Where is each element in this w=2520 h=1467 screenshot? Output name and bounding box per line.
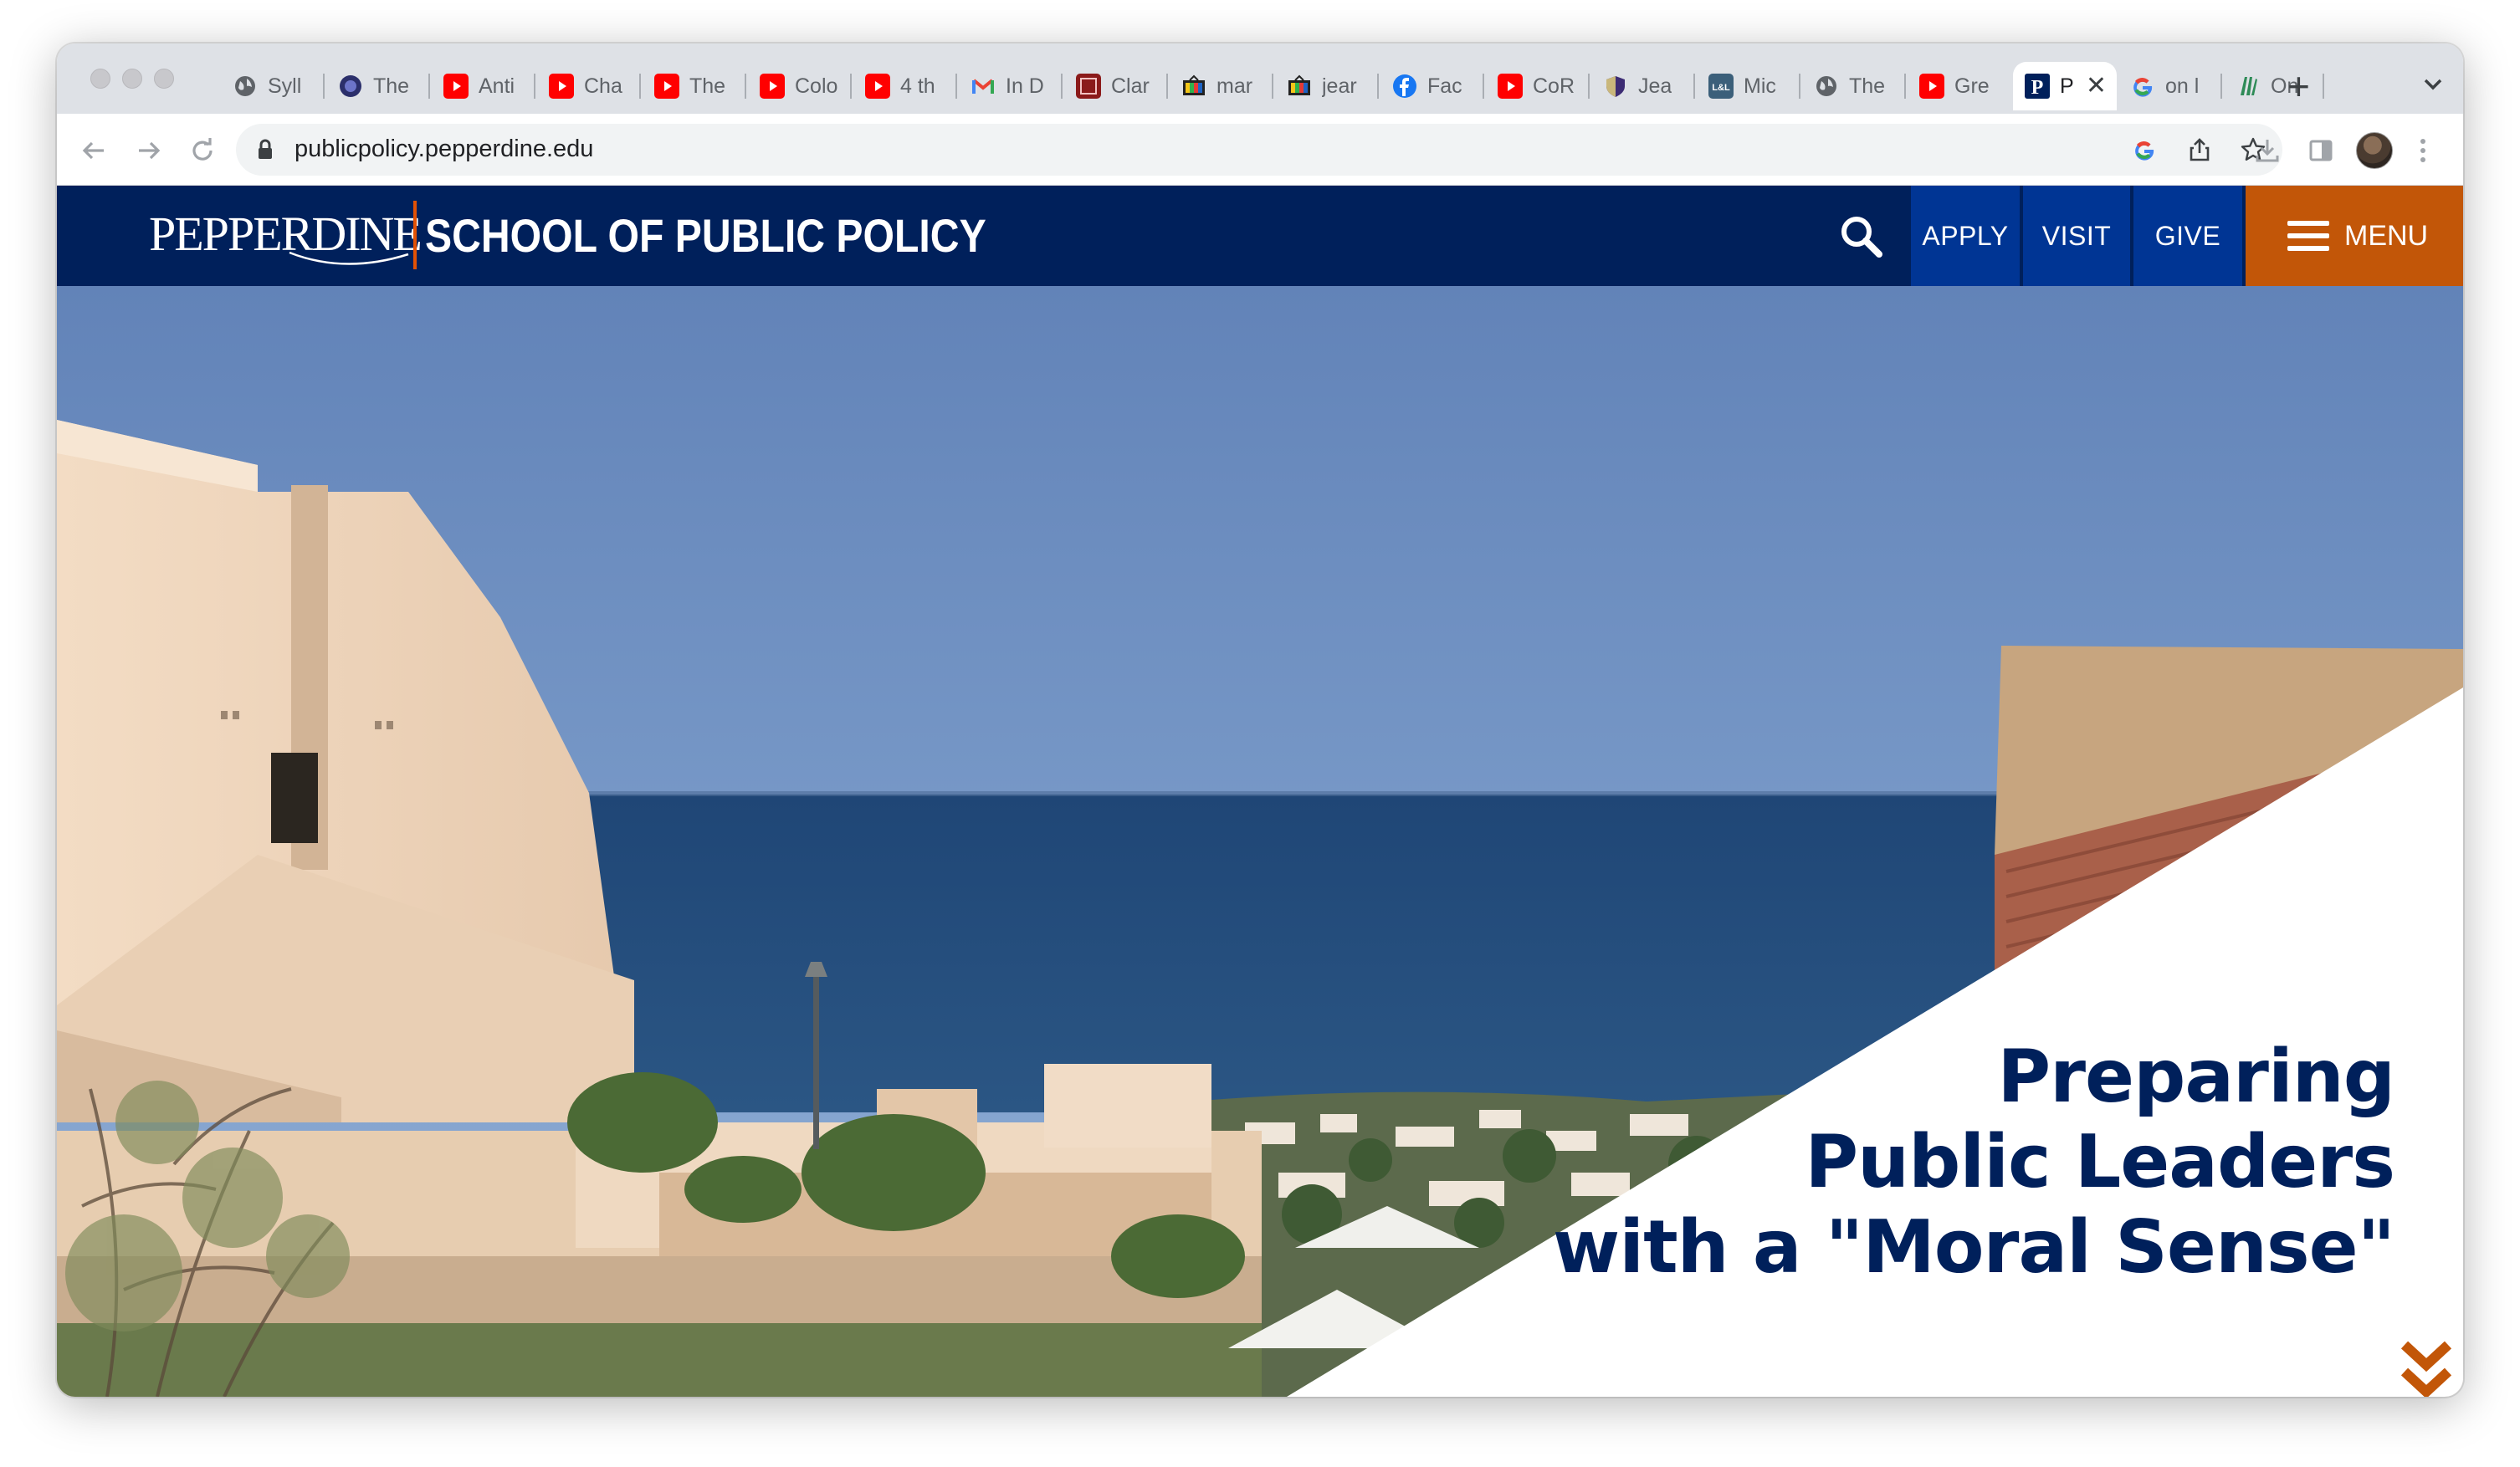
forward-arrow-icon	[139, 141, 161, 160]
hero-headline-line: with a "Moral Sense"	[1552, 1204, 2395, 1290]
hero-headline-line: Preparing	[1997, 1034, 2395, 1119]
tv-icon	[1181, 74, 1206, 99]
youtube-icon	[1498, 74, 1523, 99]
tab-strip: Syll The Anti Cha The Colo 4 th In D Cla…	[57, 43, 2463, 114]
reload-icon	[192, 138, 213, 161]
close-icon[interactable]: ✕	[2086, 72, 2107, 100]
menu-label: MENU	[2344, 220, 2429, 252]
globe-icon	[233, 74, 258, 99]
menu-button[interactable]: MENU	[2246, 186, 2463, 286]
browser-tab[interactable]: Gre	[1908, 62, 2011, 110]
planet-icon	[338, 74, 363, 99]
apply-button[interactable]: APPLY	[1911, 186, 2020, 286]
browser-tab[interactable]: CoR	[1486, 62, 1590, 110]
window-minimize-button[interactable]	[122, 69, 142, 89]
page-viewport: PEPPERDINE SCHOOL OF PUBLIC POLICY APPLY…	[57, 186, 2463, 1397]
gmail-icon	[971, 74, 996, 99]
scroll-down-chevron-icon[interactable]	[2400, 1338, 2453, 1397]
logo-swash-icon	[289, 251, 409, 265]
browser-tab[interactable]: Cha	[537, 62, 641, 110]
kebab-menu-icon[interactable]	[2405, 132, 2441, 169]
svg-text:L&L: L&L	[1712, 83, 1730, 93]
profile-avatar[interactable]	[2356, 132, 2393, 169]
google-icon	[2130, 74, 2155, 99]
browser-tab[interactable]: The	[1802, 62, 1906, 110]
url-text[interactable]: publicpolicy.pepperdine.edu	[295, 135, 593, 163]
browser-tab[interactable]: 4 th	[853, 62, 957, 110]
browser-window: Syll The Anti Cha The Colo 4 th In D Cla…	[57, 43, 2463, 1397]
youtube-icon	[1919, 74, 1944, 99]
window-zoom-button[interactable]	[154, 69, 174, 89]
window-close-button[interactable]	[90, 69, 110, 89]
google-lens-icon[interactable]	[2130, 135, 2159, 164]
logo-school-name: SCHOOL OF PUBLIC POLICY	[425, 209, 986, 262]
tab-search-chevron-icon[interactable]	[2416, 67, 2450, 100]
forward-button[interactable]	[131, 132, 167, 169]
ll-icon: L&L	[1708, 74, 1734, 99]
browser-tab[interactable]: Fac	[1380, 62, 1484, 110]
youtube-icon	[654, 74, 679, 99]
tv-icon	[1287, 74, 1312, 99]
site-header: PEPPERDINE SCHOOL OF PUBLIC POLICY APPLY…	[57, 186, 2463, 286]
library-icon	[2236, 74, 2261, 99]
logo-divider	[413, 201, 417, 269]
globe-icon	[1814, 74, 1839, 99]
share-icon[interactable]	[2185, 135, 2214, 164]
browser-tab[interactable]: mar	[1170, 62, 1273, 110]
browser-tab[interactable]: The	[643, 62, 746, 110]
download-icon[interactable]	[2249, 132, 2286, 169]
side-panel-icon[interactable]	[2302, 132, 2339, 169]
browser-tab[interactable]: The	[326, 62, 430, 110]
search-icon	[1841, 217, 1882, 258]
hero-headline: Preparing Public Leaders with a "Moral S…	[1553, 1034, 2395, 1290]
back-arrow-icon	[82, 141, 104, 160]
youtube-icon	[549, 74, 574, 99]
address-bar[interactable]: publicpolicy.pepperdine.edu	[236, 124, 2282, 176]
browser-tab[interactable]: Jea	[1591, 62, 1695, 110]
browser-tab[interactable]: Anti	[432, 62, 535, 110]
browser-tab[interactable]: Colo	[748, 62, 852, 110]
pepperdine-p-icon: P	[2025, 74, 2050, 99]
hero-headline-line: Public Leaders	[1805, 1119, 2395, 1204]
reload-button[interactable]	[184, 132, 221, 169]
give-button[interactable]: GIVE	[2133, 186, 2242, 286]
hamburger-icon	[2287, 221, 2329, 251]
lock-icon[interactable]	[256, 138, 274, 166]
youtube-icon	[760, 74, 785, 99]
browser-tab[interactable]: L&L Mic	[1697, 62, 1800, 110]
facebook-icon	[1392, 74, 1417, 99]
youtube-icon	[865, 74, 890, 99]
visit-button[interactable]: VISIT	[2023, 186, 2130, 286]
back-button[interactable]	[75, 132, 112, 169]
shield-icon	[1603, 74, 1628, 99]
new-tab-button[interactable]: +	[2287, 64, 2310, 109]
c3-icon	[1076, 74, 1101, 99]
browser-tab[interactable]: In D	[959, 62, 1063, 110]
browser-tab[interactable]: jear	[1275, 62, 1379, 110]
svg-text:P: P	[2031, 77, 2044, 99]
site-search-button[interactable]	[1834, 209, 1887, 263]
browser-toolbar: publicpolicy.pepperdine.edu	[57, 114, 2463, 186]
youtube-icon	[443, 74, 469, 99]
browser-tab[interactable]: on l	[2118, 62, 2222, 110]
browser-tab[interactable]: Clar	[1064, 62, 1168, 110]
hero-section: Preparing Public Leaders with a "Moral S…	[57, 286, 2463, 1397]
browser-tab-active[interactable]: P P ✕	[2013, 62, 2117, 110]
browser-tab[interactable]: Syll	[221, 62, 325, 110]
